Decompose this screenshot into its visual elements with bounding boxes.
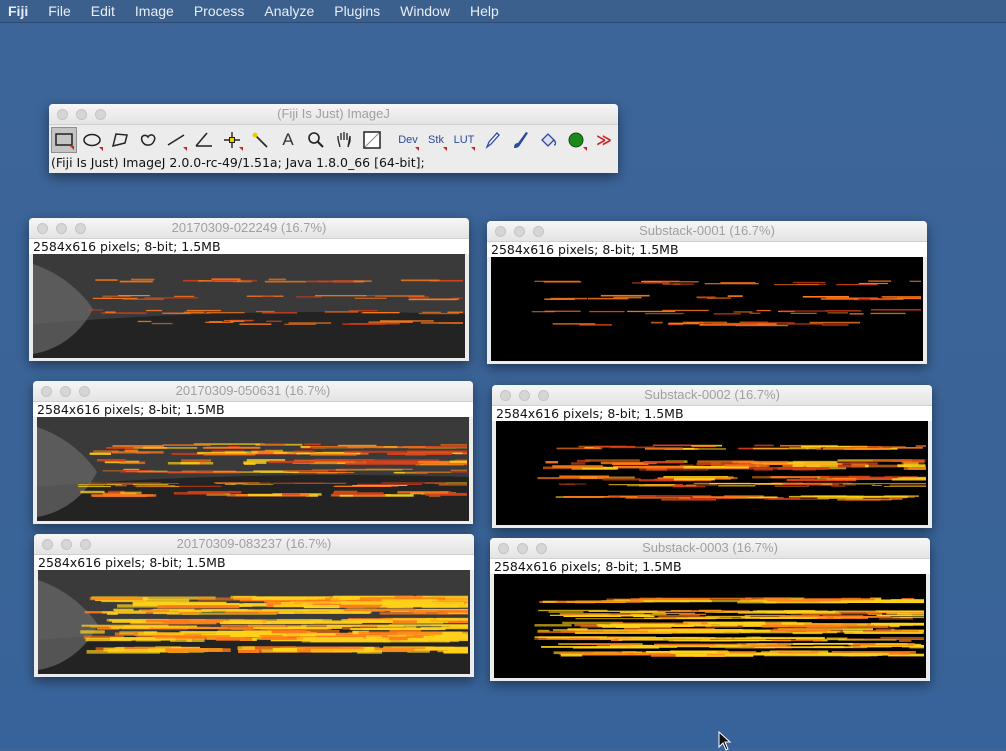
close-window-button[interactable]	[498, 543, 509, 554]
close-window-button[interactable]	[57, 109, 68, 120]
minimize-window-button[interactable]	[517, 543, 528, 554]
polygon-tool-icon[interactable]	[107, 127, 133, 153]
text-tool-icon[interactable]: A	[275, 127, 301, 153]
streak-image	[38, 570, 470, 674]
image-window-substack-0003[interactable]: Substack-0003 (16.7%) 2584x616 pixels; 8…	[490, 538, 930, 681]
image-window-title: 20170309-022249 (16.7%)	[171, 220, 327, 235]
streak-image	[534, 597, 924, 657]
image-window-20170309-050631[interactable]: 20170309-050631 (16.7%) 2584x616 pixels;…	[33, 381, 473, 524]
menu-window[interactable]: Window	[390, 3, 460, 19]
point-tool-icon[interactable]	[219, 127, 245, 153]
close-window-button[interactable]	[37, 223, 48, 234]
zoom-window-button[interactable]	[79, 386, 90, 397]
minimize-window-button[interactable]	[56, 223, 67, 234]
minimize-window-button[interactable]	[60, 386, 71, 397]
minimize-window-button[interactable]	[514, 226, 525, 237]
pencil-tool-icon[interactable]	[479, 127, 505, 153]
close-window-button[interactable]	[495, 226, 506, 237]
stacks-menu-label: Stk	[428, 134, 444, 146]
streak-image	[531, 280, 921, 327]
image-window-titlebar[interactable]: 20170309-050631 (16.7%)	[33, 381, 473, 402]
close-window-button[interactable]	[42, 539, 53, 550]
image-window-substack-0001[interactable]: Substack-0001 (16.7%) 2584x616 pixels; 8…	[487, 221, 927, 364]
brush-tool-icon[interactable]	[507, 127, 533, 153]
toolbar-status-text: (Fiji Is Just) ImageJ 2.0.0-rc-49/1.51a;…	[51, 155, 425, 170]
menu-edit[interactable]: Edit	[81, 3, 125, 19]
image-window-titlebar[interactable]: 20170309-022249 (16.7%)	[29, 218, 469, 239]
image-window-title: 20170309-050631 (16.7%)	[175, 383, 331, 398]
hand-tool-icon[interactable]	[331, 127, 357, 153]
image-canvas[interactable]	[38, 570, 470, 674]
toolbar-window-title: (Fiji Is Just) ImageJ	[277, 106, 390, 121]
zoom-window-button[interactable]	[75, 223, 86, 234]
image-window-substack-0002[interactable]: Substack-0002 (16.7%) 2584x616 pixels; 8…	[492, 385, 932, 528]
stacks-menu-tool[interactable]: Stk	[423, 127, 449, 153]
minimize-window-button[interactable]	[61, 539, 72, 550]
menu-bar: Fiji File Edit Image Process Analyze Plu…	[0, 0, 1006, 23]
menu-file[interactable]: File	[38, 3, 81, 19]
minimize-window-button[interactable]	[76, 109, 87, 120]
image-canvas[interactable]	[494, 574, 926, 678]
color-picker-tool-icon[interactable]	[359, 127, 385, 153]
rectangle-tool-icon[interactable]	[51, 127, 77, 153]
menu-analyze[interactable]: Analyze	[254, 3, 324, 19]
window-controls	[57, 109, 106, 120]
image-info-text: 2584x616 pixels; 8-bit; 1.5MB	[29, 239, 469, 254]
image-window-titlebar[interactable]: Substack-0003 (16.7%)	[490, 538, 930, 559]
dev-menu-label: Dev	[398, 134, 418, 146]
image-window-title: Substack-0003 (16.7%)	[642, 540, 778, 555]
image-window-titlebar[interactable]: 20170309-083237 (16.7%)	[34, 534, 474, 555]
image-window-title: Substack-0002 (16.7%)	[644, 387, 780, 402]
streak-image	[33, 254, 465, 358]
imagej-toolbar-window: (Fiji Is Just) ImageJ A Dev Stk LUT ≫ (F…	[49, 104, 618, 173]
freehand-tool-icon[interactable]	[135, 127, 161, 153]
menu-image[interactable]: Image	[125, 3, 184, 19]
zoom-window-button[interactable]	[533, 226, 544, 237]
zoom-window-button[interactable]	[538, 390, 549, 401]
streak-image	[537, 444, 926, 501]
mouse-pointer-icon	[718, 731, 732, 751]
toolbar-titlebar[interactable]: (Fiji Is Just) ImageJ	[49, 104, 618, 125]
image-info-text: 2584x616 pixels; 8-bit; 1.5MB	[487, 242, 927, 257]
image-window-titlebar[interactable]: Substack-0002 (16.7%)	[492, 385, 932, 406]
line-tool-icon[interactable]	[163, 127, 189, 153]
image-info-text: 2584x616 pixels; 8-bit; 1.5MB	[492, 406, 932, 421]
zoom-window-button[interactable]	[536, 543, 547, 554]
image-canvas[interactable]	[496, 421, 928, 525]
zoom-window-button[interactable]	[95, 109, 106, 120]
image-window-titlebar[interactable]: Substack-0001 (16.7%)	[487, 221, 927, 242]
image-window-title: Substack-0001 (16.7%)	[639, 223, 775, 238]
zoom-window-button[interactable]	[80, 539, 91, 550]
menu-plugins[interactable]: Plugins	[324, 3, 390, 19]
wand-tool-icon[interactable]	[247, 127, 273, 153]
flood-fill-tool-icon[interactable]	[535, 127, 561, 153]
image-canvas[interactable]	[37, 417, 469, 521]
image-info-text: 2584x616 pixels; 8-bit; 1.5MB	[33, 402, 473, 417]
app-menu-fiji[interactable]: Fiji	[0, 3, 38, 19]
tool-strip: A Dev Stk LUT ≫	[49, 126, 618, 155]
close-window-button[interactable]	[500, 390, 511, 401]
image-info-text: 2584x616 pixels; 8-bit; 1.5MB	[34, 555, 474, 570]
lut-menu-tool[interactable]: LUT	[451, 127, 477, 153]
lut-menu-label: LUT	[453, 134, 475, 146]
green-blob-tool-icon[interactable]	[563, 127, 589, 153]
image-window-20170309-022249[interactable]: 20170309-022249 (16.7%) 2584x616 pixels;…	[29, 218, 469, 361]
menu-process[interactable]: Process	[184, 3, 255, 19]
image-canvas[interactable]	[33, 254, 465, 358]
dev-menu-tool[interactable]: Dev	[395, 127, 421, 153]
streak-image	[37, 417, 469, 521]
more-tools-icon[interactable]: ≫	[591, 127, 617, 153]
minimize-window-button[interactable]	[519, 390, 530, 401]
image-window-title: 20170309-083237 (16.7%)	[176, 536, 332, 551]
close-window-button[interactable]	[41, 386, 52, 397]
oval-tool-icon[interactable]	[79, 127, 105, 153]
menu-help[interactable]: Help	[460, 3, 509, 19]
image-window-20170309-083237[interactable]: 20170309-083237 (16.7%) 2584x616 pixels;…	[34, 534, 474, 677]
magnifier-tool-icon[interactable]	[303, 127, 329, 153]
image-info-text: 2584x616 pixels; 8-bit; 1.5MB	[490, 559, 930, 574]
image-canvas[interactable]	[491, 257, 923, 361]
angle-tool-icon[interactable]	[191, 127, 217, 153]
